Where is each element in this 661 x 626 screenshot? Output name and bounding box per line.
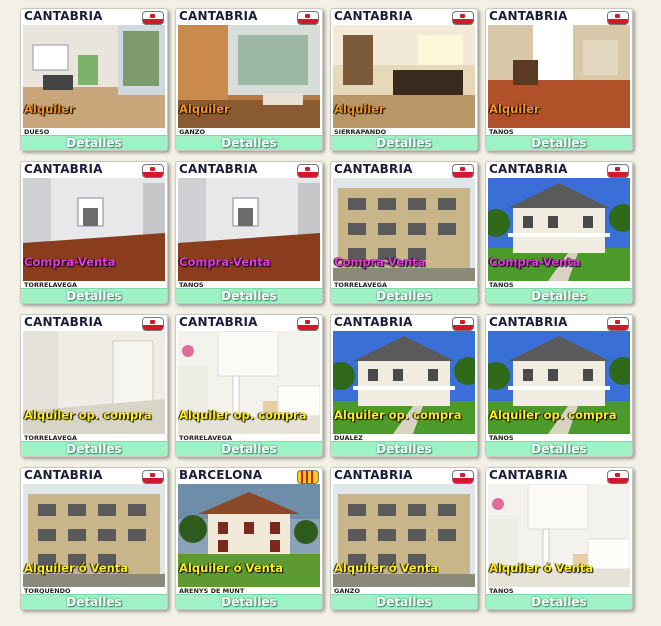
operation-type-label: Compra-Venta <box>334 255 426 269</box>
operation-type-label: Alquiler ó Venta <box>334 561 439 575</box>
operation-type-label: Compra-Venta <box>179 255 271 269</box>
details-button[interactable]: Detalles <box>21 594 167 609</box>
operation-type-label: Alquiler <box>334 102 385 116</box>
listing-card[interactable]: CANTABRIA Alquiler GANZO 2014-05-05 - 55… <box>175 8 323 151</box>
region-label: CANTABRIA <box>489 315 568 329</box>
listing-card[interactable]: CANTABRIA Compra-Venta TANOS 2014-03-18 … <box>485 161 633 304</box>
listing-card[interactable]: CANTABRIA Alquiler DUESO 2014-05-10 - 55… <box>20 8 168 151</box>
region-flag-icon <box>452 470 474 484</box>
listing-card[interactable]: CANTABRIA Alquiler TANOS 2014-03-18 - 69… <box>485 8 633 151</box>
listing-card[interactable]: CANTABRIA Alquiler op. compra TANOS 2014… <box>485 314 633 457</box>
region-label: CANTABRIA <box>179 9 258 23</box>
region-label: CANTABRIA <box>334 9 413 23</box>
listing-card[interactable]: CANTABRIA Alquiler op. compra DUALEZ 201… <box>330 314 478 457</box>
listing-card[interactable]: CANTABRIA Alquiler op. compra TORRELAVEG… <box>175 314 323 457</box>
region-flag-icon <box>297 470 319 484</box>
listing-card[interactable]: CANTABRIA Alquiler ó Venta GANZO 2014-04… <box>330 467 478 610</box>
details-button[interactable]: Detalles <box>486 594 632 609</box>
operation-type-label: Alquiler op. compra <box>179 408 307 422</box>
operation-type-label: Alquiler op. compra <box>334 408 462 422</box>
listing-card[interactable]: CANTABRIA Compra-Venta TANOS 2014-05-10 … <box>175 161 323 304</box>
region-label: CANTABRIA <box>24 162 103 176</box>
region-label: CANTABRIA <box>179 315 258 329</box>
region-flag-icon <box>297 317 319 331</box>
details-button[interactable]: Detalles <box>176 441 322 456</box>
listing-card[interactable]: CANTABRIA Alquiler op. compra TORRELAVEG… <box>20 314 168 457</box>
operation-type-label: Alquiler ó Venta <box>179 561 284 575</box>
details-button[interactable]: Detalles <box>176 594 322 609</box>
region-label: CANTABRIA <box>489 468 568 482</box>
details-button[interactable]: Detalles <box>331 135 477 150</box>
details-button[interactable]: Detalles <box>331 594 477 609</box>
region-label: CANTABRIA <box>489 9 568 23</box>
region-flag-icon <box>142 164 164 178</box>
region-flag-icon <box>607 11 629 25</box>
region-flag-icon <box>297 11 319 25</box>
listing-card[interactable]: BARCELONA Alquiler ó Venta ARENYS DE MUN… <box>175 467 323 610</box>
listing-card[interactable]: CANTABRIA Alquiler ó Venta TORQUENDO 201… <box>20 467 168 610</box>
details-button[interactable]: Detalles <box>486 135 632 150</box>
operation-type-label: Alquiler <box>179 102 230 116</box>
operation-type-label: Alquiler ó Venta <box>489 561 594 575</box>
listing-card[interactable]: CANTABRIA Alquiler ó Venta TANOS 2014-03… <box>485 467 633 610</box>
region-flag-icon <box>142 317 164 331</box>
operation-type-label: Compra-Venta <box>24 255 116 269</box>
details-button[interactable]: Detalles <box>21 288 167 303</box>
region-label: CANTABRIA <box>334 162 413 176</box>
region-label: CANTABRIA <box>24 9 103 23</box>
region-flag-icon <box>607 317 629 331</box>
region-label: CANTABRIA <box>334 468 413 482</box>
operation-type-label: Compra-Venta <box>489 255 581 269</box>
region-label: BARCELONA <box>179 468 263 482</box>
region-label: CANTABRIA <box>489 162 568 176</box>
details-button[interactable]: Detalles <box>21 441 167 456</box>
region-flag-icon <box>607 164 629 178</box>
details-button[interactable]: Detalles <box>331 441 477 456</box>
details-button[interactable]: Detalles <box>486 288 632 303</box>
operation-type-label: Alquiler op. compra <box>24 408 152 422</box>
region-flag-icon <box>297 164 319 178</box>
operation-type-label: Alquiler <box>24 102 75 116</box>
listing-card[interactable]: CANTABRIA Compra-Venta TORRELAVEGA 2014-… <box>330 161 478 304</box>
operation-type-label: Alquiler ó Venta <box>24 561 129 575</box>
details-button[interactable]: Detalles <box>331 288 477 303</box>
region-label: CANTABRIA <box>24 468 103 482</box>
region-flag-icon <box>607 470 629 484</box>
listings-grid: CANTABRIA Alquiler DUESO 2014-05-10 - 55… <box>0 0 661 626</box>
region-label: CANTABRIA <box>334 315 413 329</box>
operation-type-label: Alquiler op. compra <box>489 408 617 422</box>
region-label: CANTABRIA <box>24 315 103 329</box>
details-button[interactable]: Detalles <box>176 288 322 303</box>
listing-card[interactable]: CANTABRIA Alquiler SIERRAPANDO 2014-03-1… <box>330 8 478 151</box>
listing-card[interactable]: CANTABRIA Compra-Venta TORRELAVEGA 2014-… <box>20 161 168 304</box>
details-button[interactable]: Detalles <box>176 135 322 150</box>
region-flag-icon <box>452 164 474 178</box>
region-flag-icon <box>452 317 474 331</box>
region-flag-icon <box>452 11 474 25</box>
details-button[interactable]: Detalles <box>486 441 632 456</box>
region-flag-icon <box>142 11 164 25</box>
region-label: CANTABRIA <box>179 162 258 176</box>
operation-type-label: Alquiler <box>489 102 540 116</box>
details-button[interactable]: Detalles <box>21 135 167 150</box>
region-flag-icon <box>142 470 164 484</box>
